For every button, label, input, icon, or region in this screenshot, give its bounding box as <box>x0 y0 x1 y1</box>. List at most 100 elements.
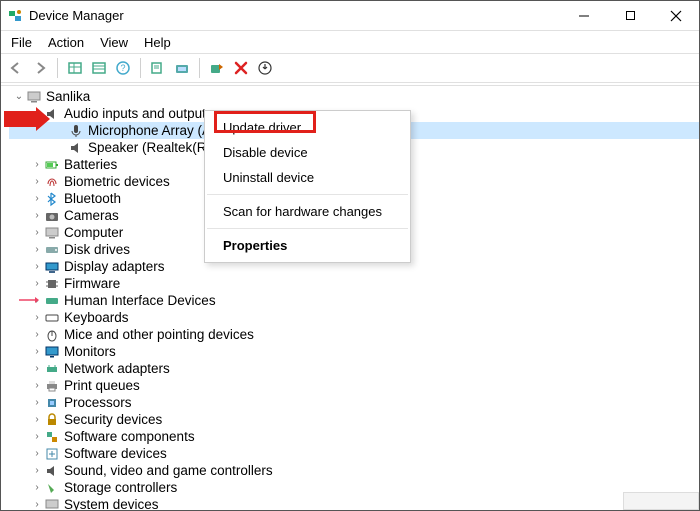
toolbar-enable-icon[interactable] <box>254 57 276 79</box>
chevron-right-icon[interactable]: › <box>31 448 43 460</box>
context-separator <box>207 194 408 195</box>
tree-label: Computer <box>64 224 123 241</box>
camera-icon <box>44 208 60 224</box>
software-icon <box>44 446 60 462</box>
chevron-right-icon[interactable]: › <box>31 414 43 426</box>
toolbar-update-icon[interactable] <box>206 57 228 79</box>
tree-label: Bluetooth <box>64 190 121 207</box>
chevron-right-icon[interactable]: › <box>31 176 43 188</box>
toolbar: ? <box>1 53 699 83</box>
chevron-right-icon[interactable]: › <box>31 329 43 341</box>
svg-text:?: ? <box>120 63 125 73</box>
cpu-icon <box>44 395 60 411</box>
chevron-right-icon[interactable]: › <box>31 363 43 375</box>
chevron-right-icon[interactable]: › <box>31 397 43 409</box>
tree-security[interactable]: › Security devices <box>9 411 699 428</box>
menu-file[interactable]: File <box>3 33 40 52</box>
menu-help[interactable]: Help <box>136 33 179 52</box>
tree-label: Network adapters <box>64 360 170 377</box>
chevron-right-icon[interactable]: › <box>31 499 43 511</box>
chevron-right-icon[interactable]: › <box>31 159 43 171</box>
tree-label: Sanlika <box>46 88 90 105</box>
bluetooth-icon <box>44 191 60 207</box>
toolbar-separator <box>57 58 58 78</box>
tree-swdev[interactable]: › Software devices <box>9 445 699 462</box>
toolbar-help-icon[interactable]: ? <box>112 57 134 79</box>
chevron-right-icon[interactable]: › <box>31 227 43 239</box>
tree-label: Firmware <box>64 275 120 292</box>
tree-keyboards[interactable]: › Keyboards <box>9 309 699 326</box>
chevron-right-icon[interactable]: › <box>31 210 43 222</box>
chevron-right-icon[interactable]: › <box>31 193 43 205</box>
menu-view[interactable]: View <box>92 33 136 52</box>
chevron-right-icon[interactable]: › <box>31 465 43 477</box>
toolbar-scan-icon[interactable] <box>171 57 193 79</box>
tree-swcomp[interactable]: › Software components <box>9 428 699 445</box>
tree-label: Display adapters <box>64 258 165 275</box>
toolbar-separator <box>140 58 141 78</box>
tree-label: Disk drives <box>64 241 130 258</box>
disk-icon <box>44 242 60 258</box>
ctx-uninstall-device[interactable]: Uninstall device <box>205 165 410 190</box>
context-separator <box>207 228 408 229</box>
window-title: Device Manager <box>29 8 561 23</box>
close-button[interactable] <box>653 1 699 31</box>
chevron-right-icon[interactable]: › <box>31 295 43 307</box>
maximize-button[interactable] <box>607 1 653 31</box>
tree-hid[interactable]: › Human Interface Devices <box>9 292 699 309</box>
tree-processors[interactable]: › Processors <box>9 394 699 411</box>
tree-firmware[interactable]: › Firmware <box>9 275 699 292</box>
computer-icon <box>26 89 42 105</box>
toolbar-forward[interactable] <box>29 57 51 79</box>
toolbar-list-icon[interactable] <box>88 57 110 79</box>
ctx-properties[interactable]: Properties <box>205 233 410 258</box>
chevron-right-icon[interactable]: › <box>31 261 43 273</box>
microphone-icon <box>68 123 84 139</box>
window-buttons <box>561 1 699 30</box>
chevron-right-icon[interactable]: › <box>31 482 43 494</box>
battery-icon <box>44 157 60 173</box>
chevron-right-icon[interactable]: › <box>31 244 43 256</box>
tree-storage[interactable]: › Storage controllers <box>9 479 699 496</box>
tree-system[interactable]: › System devices <box>9 496 699 510</box>
toolbar-back[interactable] <box>5 57 27 79</box>
chevron-down-icon[interactable]: ⌄ <box>31 108 43 120</box>
tree-label: Human Interface Devices <box>64 292 216 309</box>
ctx-update-driver[interactable]: Update driver <box>205 115 410 140</box>
app-icon <box>7 8 23 24</box>
tree-label: Storage controllers <box>64 479 177 496</box>
scrollbar-corner[interactable] <box>623 492 699 510</box>
keyboard-icon <box>44 310 60 326</box>
tree-label: Batteries <box>64 156 117 173</box>
ctx-disable-device[interactable]: Disable device <box>205 140 410 165</box>
ctx-scan-hardware[interactable]: Scan for hardware changes <box>205 199 410 224</box>
tree-label: Audio inputs and outputs <box>64 105 213 122</box>
tree-monitors[interactable]: › Monitors <box>9 343 699 360</box>
toolbar-separator <box>199 58 200 78</box>
mouse-icon <box>44 327 60 343</box>
tree-label: Sound, video and game controllers <box>64 462 273 479</box>
tree-network[interactable]: › Network adapters <box>9 360 699 377</box>
toolbar-details-icon[interactable] <box>147 57 169 79</box>
tree-printq[interactable]: › Print queues <box>9 377 699 394</box>
chevron-right-icon[interactable]: › <box>31 380 43 392</box>
chevron-down-icon[interactable]: ⌄ <box>13 91 25 103</box>
chevron-right-icon[interactable]: › <box>31 278 43 290</box>
computer-icon <box>44 225 60 241</box>
tree-label: Cameras <box>64 207 119 224</box>
system-icon <box>44 497 60 511</box>
component-icon <box>44 429 60 445</box>
toolbar-delete-icon[interactable] <box>230 57 252 79</box>
tree-sound[interactable]: › Sound, video and game controllers <box>9 462 699 479</box>
minimize-button[interactable] <box>561 1 607 31</box>
display-icon <box>44 259 60 275</box>
chevron-right-icon[interactable]: › <box>31 346 43 358</box>
tree-label: Software components <box>64 428 195 445</box>
menu-action[interactable]: Action <box>40 33 92 52</box>
chip-icon <box>44 276 60 292</box>
chevron-right-icon[interactable]: › <box>31 431 43 443</box>
chevron-right-icon[interactable]: › <box>31 312 43 324</box>
tree-root[interactable]: ⌄ Sanlika <box>9 88 699 105</box>
toolbar-options-icon[interactable] <box>64 57 86 79</box>
tree-mice[interactable]: › Mice and other pointing devices <box>9 326 699 343</box>
